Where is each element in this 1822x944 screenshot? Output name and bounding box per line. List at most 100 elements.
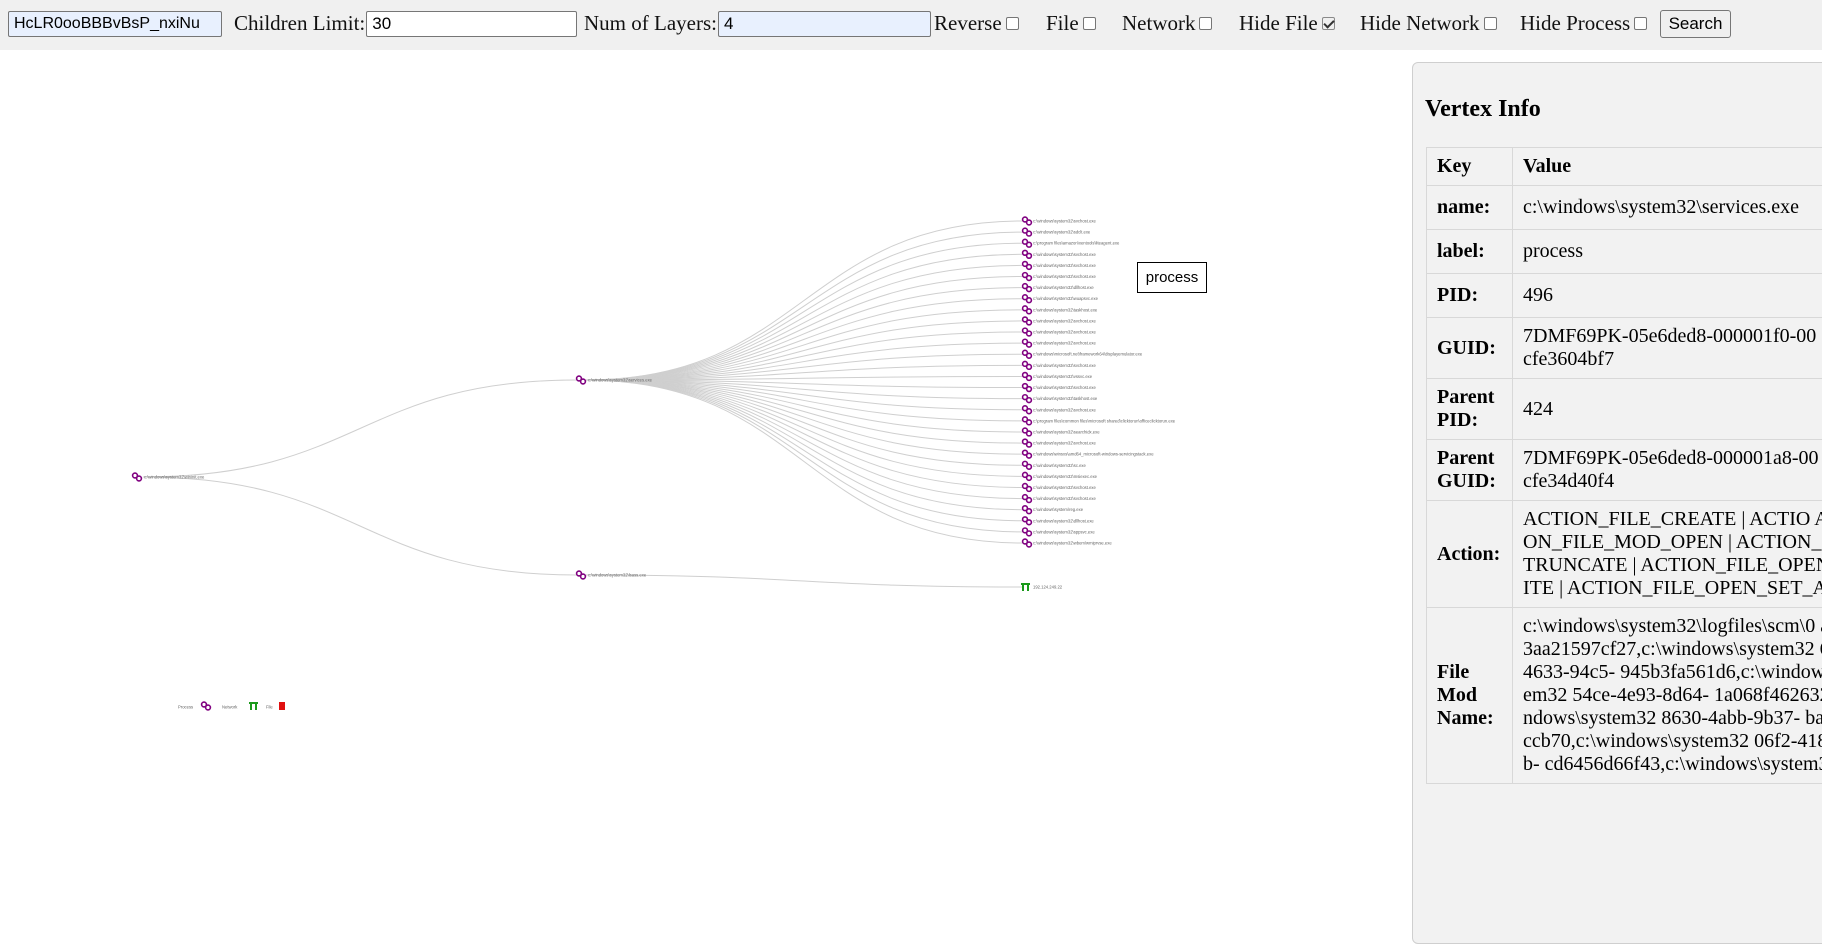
child-process-node[interactable] [1023,328,1032,336]
node-label: c:\windows\system32\svchost.exe [1033,330,1097,335]
legend-process-label: Process [178,705,193,710]
graph-edge [585,321,1023,380]
node-label: c:\windows\system32\sdclt.exe [1033,230,1091,235]
child-process-node[interactable] [1023,517,1032,525]
hide-process-checkbox[interactable] [1634,17,1647,30]
services-process-node[interactable] [577,376,586,384]
child-process-node[interactable] [1023,528,1032,536]
network-option[interactable]: Network [1122,9,1212,38]
file-option[interactable]: File [1046,9,1096,38]
id-field-wrap [8,9,222,38]
node-label: c:\windows\system32\taskhost.exe [1033,396,1098,401]
graph-edge [585,380,1023,543]
child-process-node[interactable] [1023,239,1032,247]
graph-edge [585,380,1023,454]
hide-network-checkbox[interactable] [1484,17,1497,30]
reverse-option[interactable]: Reverse [934,9,1019,38]
child-process-node[interactable] [1023,539,1032,547]
vertex-info-header: Key Value [1427,148,1822,186]
node-label: c:\windows\system32\services.exe [588,378,653,383]
table-row: GUID: 7DMF69PK-05e6ded8-000001f0-00 1d89… [1427,318,1822,379]
node-label: c:\windows\microsoft.net\framework64\dis… [1033,352,1143,357]
graph-edge [585,380,1023,521]
children-limit-input[interactable] [366,11,577,37]
network-checkbox[interactable] [1199,17,1212,30]
row-key: GUID: [1427,318,1513,379]
child-process-node[interactable] [1023,284,1032,292]
child-process-node[interactable] [1023,395,1032,403]
network-node[interactable] [1021,583,1030,591]
row-value: 7DMF69PK-05e6ded8-000001a8-00 1d89bcfe34… [1513,440,1822,501]
node-label: c:\windows\system\reg.exe [1033,507,1084,512]
node-label: c:\windows\system32\dllhost.exe [1033,518,1094,523]
row-key: PID: [1427,274,1513,318]
child-process-node[interactable] [1023,217,1032,225]
child-process-node[interactable] [1023,295,1032,303]
node-label: c:\windows\system32\searchidx.exe [1033,429,1100,434]
child-process-node[interactable] [1023,250,1032,258]
child-process-node[interactable] [1023,273,1032,281]
child-process-node[interactable] [1023,384,1032,392]
row-key: Parent GUID: [1427,440,1513,501]
child-process-node[interactable] [1023,228,1032,236]
child-process-node[interactable] [1023,495,1032,503]
row-key: File Mod Name: [1427,608,1513,784]
graph-edges [143,221,1023,587]
graph-edge [143,380,577,477]
child-process-node[interactable] [1023,428,1032,436]
node-label: c:\windows\system32\svchost.exe [1033,219,1097,224]
search-button[interactable]: Search [1660,10,1731,38]
child-process-node[interactable] [1023,373,1032,381]
table-row: Parent PID: 424 [1427,379,1822,440]
lsass-process-node[interactable] [577,571,586,579]
graph-id-input[interactable] [8,11,222,37]
node-label: c:\windows\system32\svchost.exe [1033,496,1097,501]
child-process-node[interactable] [1023,406,1032,414]
child-process-node[interactable] [1023,417,1032,425]
node-label: c:\windows\system32\sc.exe [1033,463,1086,468]
hide-file-option[interactable]: Hide File [1239,9,1335,38]
file-checkbox[interactable] [1083,17,1096,30]
row-value: c:\windows\system32\services.exe [1513,186,1822,230]
key-column-header: Key [1427,148,1513,186]
network-legend-icon [249,702,258,710]
row-value: ACTION_FILE_CREATE | ACTIO ACTION_FILE_M… [1513,501,1822,608]
child-process-node[interactable] [1023,450,1032,458]
hide-file-checkbox[interactable] [1322,17,1335,30]
hide-process-option[interactable]: Hide Process [1520,9,1647,38]
root-process-node[interactable] [133,473,142,481]
num-layers-input[interactable] [718,11,931,37]
row-key: name: [1427,186,1513,230]
graph-edge [585,575,1023,587]
child-process-node[interactable] [1023,484,1032,492]
file-legend-icon [279,702,285,710]
hide-network-label: Hide Network [1360,11,1480,36]
node-label: c:\windows\winsxs\amd64_microsoft-window… [1033,452,1154,457]
child-process-node[interactable] [1023,361,1032,369]
node-label: c:\windows\system32\wuapsvc.exe [1033,296,1099,301]
graph-edge [143,477,577,575]
child-process-node[interactable] [1023,262,1032,270]
hide-network-option[interactable]: Hide Network [1360,9,1497,38]
child-process-node[interactable] [1023,339,1032,347]
child-process-node[interactable] [1023,506,1032,514]
vertex-info-panel: Vertex Info Key Value name: c:\windows\s… [1412,62,1822,944]
child-process-node[interactable] [1023,306,1032,314]
child-process-node[interactable] [1023,461,1032,469]
child-process-node[interactable] [1023,439,1032,447]
reverse-checkbox[interactable] [1006,17,1019,30]
node-label: c:\windows\system32\svchost.exe [1033,341,1097,346]
file-label: File [1046,11,1079,36]
child-process-node[interactable] [1023,317,1032,325]
graph-edge [585,380,1023,432]
node-label: c:\windows\system32\wbem\wmiprvse.exe [1033,541,1112,546]
row-key: Parent PID: [1427,379,1513,440]
child-process-node[interactable] [1023,350,1032,358]
legend-file-label: File [266,705,273,710]
vertex-info-table: Key Value name: c:\windows\system32\serv… [1426,147,1822,784]
node-label: c:\windows\system32\msiexec.exe [1033,474,1098,479]
row-value: 424 [1513,379,1822,440]
process-graph[interactable]: c:\windows\system32\wininit.exec:\window… [0,50,1400,922]
child-process-node[interactable] [1023,472,1032,480]
node-label: 192.124.249.22 [1033,585,1063,590]
